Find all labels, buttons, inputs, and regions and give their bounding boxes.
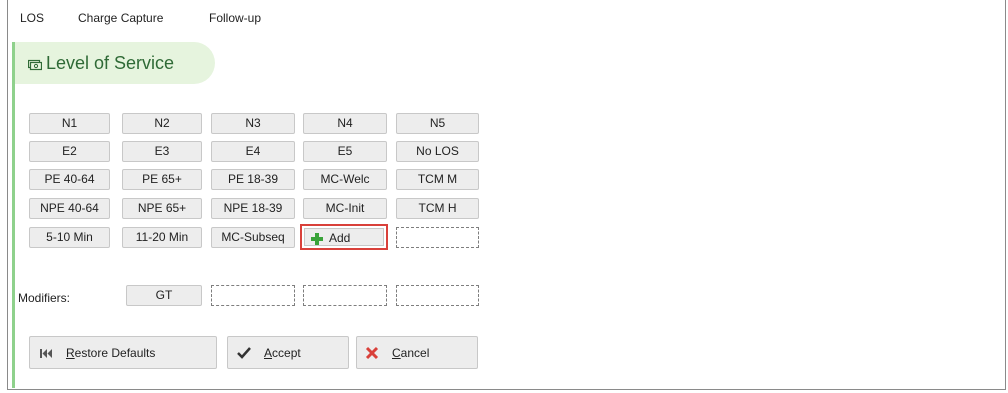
menu-follow-up[interactable]: Follow-up bbox=[209, 11, 261, 25]
panel-accent-bar bbox=[12, 42, 15, 388]
modifier-slot-3[interactable] bbox=[396, 285, 479, 306]
modifier-slot-1[interactable] bbox=[211, 285, 295, 306]
modifier-gt-button[interactable]: GT bbox=[126, 285, 202, 306]
los-button-11-20-min[interactable]: 11-20 Min bbox=[122, 227, 202, 248]
restore-defaults-button[interactable]: Restore Defaults bbox=[29, 336, 217, 369]
los-button-5-10-min[interactable]: 5-10 Min bbox=[29, 227, 110, 248]
cancel-label: Cancel bbox=[392, 346, 430, 360]
los-button-n1[interactable]: N1 bbox=[29, 113, 110, 134]
los-button-n3[interactable]: N3 bbox=[211, 113, 295, 134]
los-button-mc-init[interactable]: MC-Init bbox=[303, 198, 387, 219]
los-button-e2[interactable]: E2 bbox=[29, 141, 110, 162]
modifiers-label: Modifiers: bbox=[18, 291, 71, 305]
add-button-face: Add bbox=[304, 228, 384, 246]
los-button-n4[interactable]: N4 bbox=[303, 113, 387, 134]
restore-defaults-label: Restore Defaults bbox=[66, 346, 156, 360]
los-button-e5[interactable]: E5 bbox=[303, 141, 387, 162]
money-icon bbox=[28, 59, 42, 71]
los-button-pe-65-plus[interactable]: PE 65+ bbox=[122, 169, 202, 190]
x-icon bbox=[365, 346, 379, 360]
los-button-mc-subseq[interactable]: MC-Subseq bbox=[211, 227, 295, 248]
menu-los[interactable]: LOS bbox=[20, 11, 44, 25]
los-button-n2[interactable]: N2 bbox=[122, 113, 202, 134]
los-button-pe-40-64[interactable]: PE 40-64 bbox=[29, 169, 110, 190]
add-button[interactable]: Add bbox=[300, 224, 388, 250]
menu-charge-capture[interactable]: Charge Capture bbox=[78, 11, 163, 25]
panel-title: Level of Service bbox=[46, 53, 175, 73]
los-button-npe-18-39[interactable]: NPE 18-39 bbox=[211, 198, 295, 219]
los-button-n5[interactable]: N5 bbox=[396, 113, 479, 134]
first-page-icon bbox=[40, 349, 52, 358]
check-icon bbox=[237, 347, 251, 359]
los-button-mc-welc[interactable]: MC-Welc bbox=[303, 169, 387, 190]
los-button-tcm-m[interactable]: TCM M bbox=[396, 169, 479, 190]
empty-los-slot[interactable] bbox=[396, 227, 479, 248]
menu-bar: LOS Charge Capture Follow-up bbox=[8, 0, 1005, 38]
modifier-slot-2[interactable] bbox=[303, 285, 387, 306]
los-button-tcm-h[interactable]: TCM H bbox=[396, 198, 479, 219]
los-button-no-los[interactable]: No LOS bbox=[396, 141, 479, 162]
cancel-button[interactable]: Cancel bbox=[356, 336, 478, 369]
los-button-npe-65-plus[interactable]: NPE 65+ bbox=[122, 198, 202, 219]
los-button-e3[interactable]: E3 bbox=[122, 141, 202, 162]
add-button-label: Add bbox=[329, 231, 351, 245]
accept-button[interactable]: Accept bbox=[227, 336, 349, 369]
los-button-npe-40-64[interactable]: NPE 40-64 bbox=[29, 198, 110, 219]
los-button-e4[interactable]: E4 bbox=[211, 141, 295, 162]
panel-header: Level of Service bbox=[15, 42, 215, 84]
plus-icon bbox=[311, 233, 323, 245]
los-button-pe-18-39[interactable]: PE 18-39 bbox=[211, 169, 295, 190]
accept-label: Accept bbox=[264, 346, 301, 360]
